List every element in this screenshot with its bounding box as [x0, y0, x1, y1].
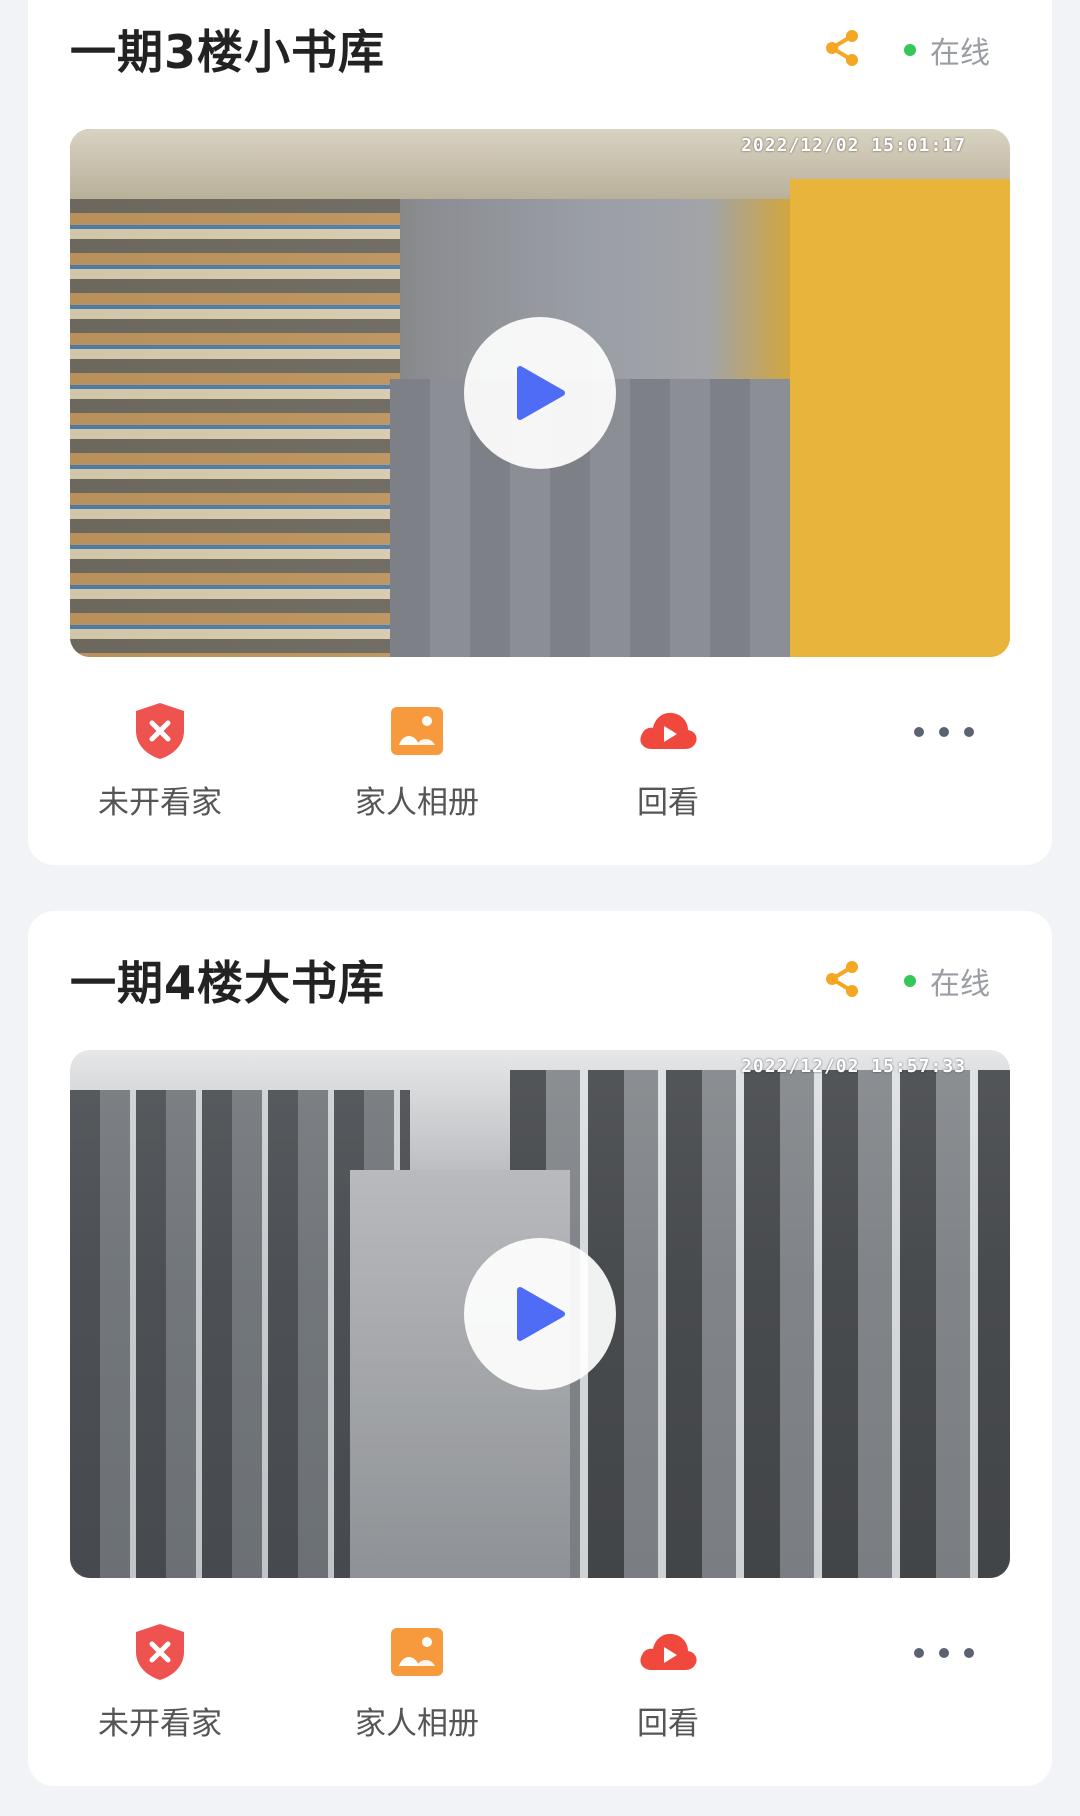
guard-off-button[interactable]: 未开看家	[60, 699, 260, 822]
action-label: 家人相册	[355, 785, 479, 821]
feed-timestamp: 2022/12/02 15:57:33	[741, 1056, 966, 1077]
shield-x-icon	[136, 1624, 184, 1680]
camera-title: 一期4楼大书库	[70, 956, 386, 1010]
action-label: 回看	[637, 785, 699, 821]
status-label: 在线	[930, 967, 990, 1002]
play-icon	[517, 366, 565, 420]
online-status: 在线	[904, 959, 990, 1003]
share-icon[interactable]	[822, 959, 862, 999]
playback-button[interactable]: 回看	[568, 699, 768, 822]
cloud-play-icon	[640, 712, 697, 749]
more-dots-icon[interactable]	[914, 1648, 974, 1658]
play-button[interactable]	[464, 317, 616, 469]
status-label: 在线	[930, 36, 990, 71]
photo-album-icon	[391, 1628, 443, 1676]
action-label: 家人相册	[355, 1706, 479, 1742]
share-icon[interactable]	[822, 28, 862, 68]
camera-title: 一期3楼小书库	[70, 25, 386, 79]
online-dot-icon	[904, 44, 916, 56]
play-icon	[517, 1287, 565, 1341]
camera-preview[interactable]: 2022/12/02 15:57:33	[70, 1050, 1010, 1578]
online-status: 在线	[904, 28, 990, 72]
cloud-play-icon	[640, 1633, 697, 1670]
photo-album-icon	[391, 707, 443, 755]
action-bar: 未开看家 家人相册 回看	[28, 699, 1052, 839]
playback-button[interactable]: 回看	[568, 1620, 768, 1743]
play-button[interactable]	[464, 1238, 616, 1390]
action-label: 未开看家	[98, 1706, 222, 1742]
online-dot-icon	[904, 975, 916, 987]
guard-off-button[interactable]: 未开看家	[60, 1620, 260, 1743]
more-dots-icon[interactable]	[914, 727, 974, 737]
camera-card[interactable]: 一期4楼大书库 在线 2022/12/02 15:57:33 未开看家 家人相册…	[28, 911, 1052, 1786]
family-album-button[interactable]: 家人相册	[317, 1620, 517, 1743]
camera-card[interactable]: 一期3楼小书库 在线 2022/12/02 15:01:17 未开看家 家人相册…	[28, 0, 1052, 865]
action-label: 回看	[637, 1706, 699, 1742]
family-album-button[interactable]: 家人相册	[317, 699, 517, 822]
shield-x-icon	[136, 703, 184, 759]
action-label: 未开看家	[98, 785, 222, 821]
action-bar: 未开看家 家人相册 回看	[28, 1620, 1052, 1760]
feed-timestamp: 2022/12/02 15:01:17	[741, 135, 966, 156]
camera-preview[interactable]: 2022/12/02 15:01:17	[70, 129, 1010, 657]
